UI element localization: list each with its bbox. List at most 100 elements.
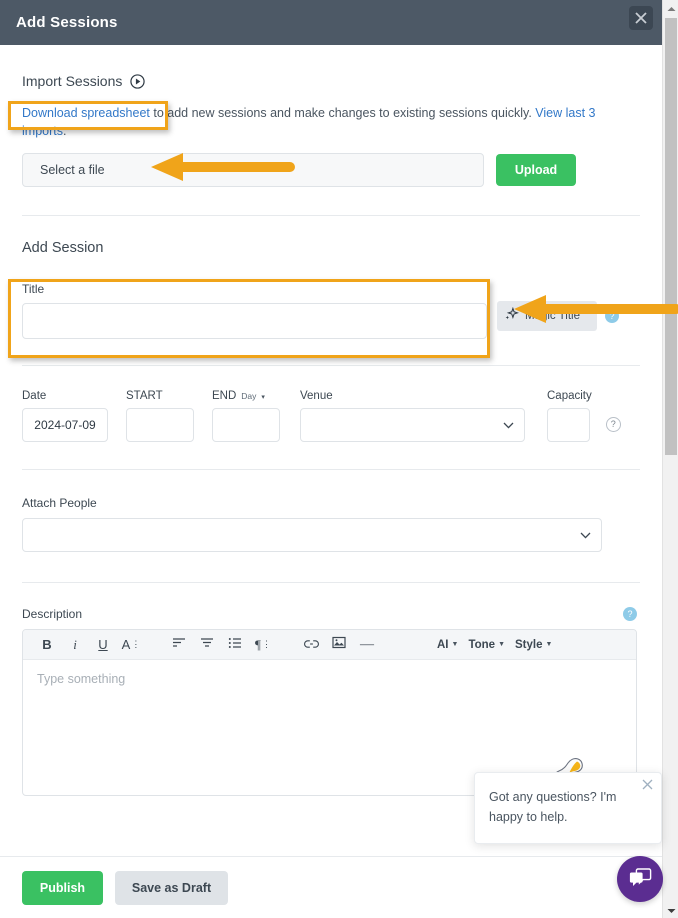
- title-input[interactable]: [22, 303, 487, 339]
- link-icon: [303, 637, 319, 653]
- modal-header: Add Sessions: [0, 0, 662, 45]
- divider-title: [22, 365, 640, 366]
- import-description: Download spreadsheet to add new sessions…: [22, 104, 622, 140]
- chat-greeting-bubble: Got any questions? I'm happy to help.: [474, 772, 662, 844]
- end-label: END Day ▾: [212, 390, 280, 402]
- import-desc-end: .: [62, 124, 67, 138]
- start-time-input[interactable]: [126, 408, 194, 442]
- font-size-dots-icon: ⋮: [131, 639, 141, 649]
- page-scrollbar[interactable]: [662, 0, 678, 918]
- scrollbar-thumb[interactable]: [665, 18, 677, 455]
- description-help-icon[interactable]: ?: [623, 607, 637, 621]
- paragraph-button[interactable]: ¶ ⋮: [249, 632, 277, 658]
- capacity-field-group: Capacity: [547, 390, 592, 442]
- magic-title-button[interactable]: Magic Title: [497, 301, 597, 331]
- font-size-button[interactable]: A ⋮: [117, 632, 145, 658]
- underline-button[interactable]: U: [89, 632, 117, 658]
- upload-button[interactable]: Upload: [496, 154, 576, 186]
- play-circle-icon[interactable]: [130, 73, 146, 89]
- italic-button[interactable]: i: [61, 632, 89, 658]
- date-field-group: Date: [22, 390, 108, 442]
- description-editor: B i U A ⋮ ¶ ⋮ — AI ▼ Tone ▼ Style ▼ Type…: [22, 629, 637, 796]
- align-center-icon: [200, 637, 214, 653]
- date-input[interactable]: [22, 408, 108, 442]
- tone-menu-button[interactable]: Tone ▼: [468, 639, 505, 651]
- image-button[interactable]: [325, 632, 353, 658]
- save-as-draft-button[interactable]: Save as Draft: [115, 870, 228, 905]
- capacity-help-icon[interactable]: ?: [605, 417, 621, 432]
- modal-body: Import Sessions Download spreadsheet to …: [0, 45, 662, 856]
- chevron-down-icon: ▼: [545, 641, 553, 648]
- chevron-down-icon: [580, 526, 591, 544]
- bold-button[interactable]: B: [33, 632, 61, 658]
- select-file-label: Select a file: [40, 163, 105, 177]
- chevron-down-icon: ▼: [498, 641, 505, 648]
- caret-up-icon: [667, 0, 676, 17]
- list-icon: [228, 637, 242, 653]
- modal-footer: Publish Save as Draft: [0, 856, 662, 918]
- end-day-toggle[interactable]: Day: [241, 391, 256, 401]
- chevron-down-icon[interactable]: ▾: [261, 394, 265, 401]
- close-button[interactable]: [629, 6, 653, 30]
- select-file-input[interactable]: Select a file: [22, 153, 484, 187]
- chat-bubble-icon: [628, 866, 652, 893]
- ai-menu-label: AI: [437, 638, 449, 651]
- venue-label: Venue: [300, 390, 333, 402]
- caret-down-icon: [667, 901, 676, 918]
- scroll-down-button[interactable]: [663, 902, 678, 918]
- paragraph-icon: ¶: [255, 636, 261, 652]
- description-label: Description: [22, 607, 83, 621]
- add-sessions-modal: Add Sessions Import Sessions Download sp…: [0, 0, 678, 918]
- align-center-button[interactable]: [193, 632, 221, 658]
- download-spreadsheet-link[interactable]: Download spreadsheet: [22, 106, 150, 120]
- paragraph-dots-icon: ⋮: [261, 639, 271, 649]
- capacity-input[interactable]: [547, 408, 590, 442]
- chat-greeting-text: Got any questions? I'm happy to help.: [489, 790, 617, 824]
- venue-field-group: Venue: [300, 390, 525, 442]
- publish-button[interactable]: Publish: [22, 870, 103, 905]
- scroll-up-button[interactable]: [663, 0, 678, 16]
- attach-people-label: Attach People: [22, 496, 97, 510]
- add-session-heading: Add Session: [22, 240, 104, 256]
- divider-meta: [22, 469, 640, 470]
- end-time-input[interactable]: [212, 408, 280, 442]
- title-label: Title: [22, 282, 45, 296]
- chat-launcher-button[interactable]: [617, 856, 663, 902]
- title-field-group: Title: [22, 282, 487, 339]
- magic-title-help-icon[interactable]: ?: [605, 309, 619, 323]
- venue-select[interactable]: [300, 408, 525, 442]
- link-button[interactable]: [297, 632, 325, 658]
- session-meta-row: Date START END Day ▾ Venue: [22, 390, 640, 442]
- divider-import: [22, 215, 640, 216]
- close-icon: [642, 778, 653, 793]
- import-sessions-label: Import Sessions: [22, 73, 123, 89]
- date-label: Date: [22, 390, 47, 402]
- chat-close-button[interactable]: [642, 779, 653, 792]
- title-row: Title Magic Title ?: [22, 282, 640, 339]
- close-icon: [635, 12, 647, 24]
- align-left-icon: [172, 637, 186, 653]
- import-desc-mid: to add new sessions and make changes to …: [149, 106, 536, 120]
- style-menu-button[interactable]: Style ▼: [515, 639, 552, 651]
- attach-people-select[interactable]: [22, 518, 602, 552]
- magic-title-label: Magic Title: [525, 310, 580, 322]
- chevron-down-icon: ▼: [451, 641, 459, 648]
- end-field-group: END Day ▾: [212, 390, 280, 442]
- import-sessions-heading: Import Sessions: [22, 73, 640, 89]
- list-button[interactable]: [221, 632, 249, 658]
- font-size-label: A: [121, 637, 131, 652]
- editor-toolbar: B i U A ⋮ ¶ ⋮ — AI ▼ Tone ▼ Style ▼: [23, 630, 636, 660]
- horizontal-rule-button[interactable]: —: [353, 632, 381, 658]
- file-upload-row: Select a file Upload: [22, 153, 640, 187]
- image-icon: [332, 636, 346, 653]
- description-header: Description ?: [22, 607, 637, 621]
- start-label: START: [126, 390, 163, 402]
- align-left-button[interactable]: [165, 632, 193, 658]
- ai-menu-button[interactable]: AI ▼: [437, 639, 458, 651]
- start-field-group: START: [126, 390, 194, 442]
- end-label-text: END: [212, 390, 237, 402]
- capacity-label: Capacity: [547, 390, 592, 402]
- page-title: Add Sessions: [16, 14, 118, 31]
- sparkle-icon: [504, 306, 520, 325]
- divider-attach: [22, 582, 640, 583]
